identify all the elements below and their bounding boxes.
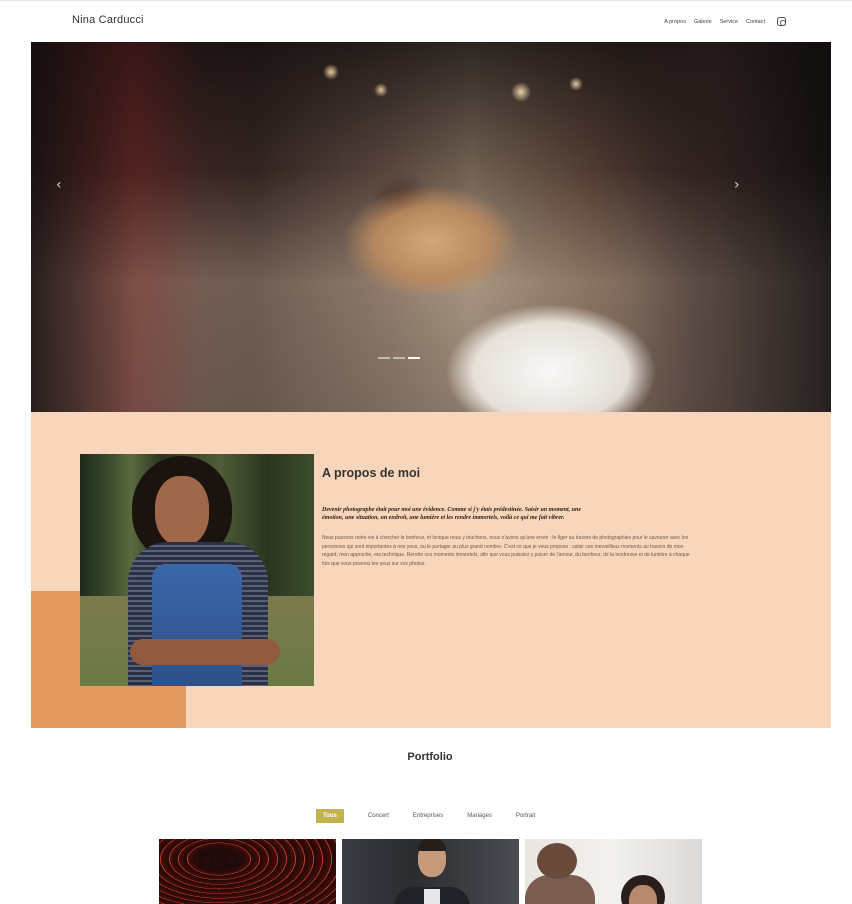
nav-link-service[interactable]: Service	[720, 19, 738, 25]
carousel-indicators	[378, 357, 420, 359]
main-nav: A propos Galerie Service Contact	[664, 17, 786, 26]
carousel-indicator-2[interactable]	[393, 357, 405, 359]
photo-hair-short	[418, 839, 446, 851]
photo-shirt-collar	[424, 889, 440, 904]
gallery-image-business[interactable]	[342, 839, 519, 904]
chevron-left-icon[interactable]: ‹	[56, 178, 66, 192]
hero-image-lights	[291, 62, 591, 122]
carousel-indicator-1[interactable]	[378, 357, 390, 359]
nav-link-gallery[interactable]: Galerie	[694, 19, 712, 25]
site-header: Nina Carducci A propos Galerie Service C…	[0, 0, 852, 42]
hero-image-right-crowd	[631, 42, 831, 412]
filter-portrait[interactable]: Portrait	[516, 809, 535, 823]
filter-all[interactable]: Tous	[316, 809, 344, 823]
brand-name[interactable]: Nina Carducci	[72, 14, 144, 26]
nav-link-about[interactable]: A propos	[664, 19, 686, 25]
portfolio-filters: Tous Concert Entreprises Mariages Portra…	[316, 809, 559, 823]
about-body-text: Nous passons notre vie à chercher le bon…	[322, 535, 690, 567]
filter-concert[interactable]: Concert	[368, 809, 389, 823]
chevron-right-icon[interactable]: ›	[734, 178, 744, 192]
about-lead-text: Devenir photographe était pour moi une é…	[322, 507, 582, 521]
portfolio-title: Portfolio	[407, 751, 453, 763]
photo-face	[155, 476, 209, 546]
photo-arms	[130, 639, 280, 665]
nav-link-contact[interactable]: Contact	[746, 19, 765, 25]
carousel-indicator-3[interactable]	[408, 357, 420, 359]
gallery-image-concert[interactable]	[159, 839, 336, 904]
photo-overalls	[152, 564, 242, 686]
filter-mariages[interactable]: Mariages	[467, 809, 492, 823]
instagram-icon[interactable]	[777, 17, 786, 26]
filter-entreprises[interactable]: Entreprises	[413, 809, 443, 823]
gallery-image-portrait[interactable]	[525, 839, 702, 904]
photo-hair-bun	[537, 843, 577, 879]
hero-carousel	[31, 42, 831, 412]
photo-shoulder	[525, 875, 595, 904]
hero-image-left-crowd	[31, 42, 201, 412]
about-title: A propos de moi	[322, 466, 421, 480]
portfolio-gallery	[159, 839, 702, 904]
about-portrait-photo	[80, 454, 314, 686]
